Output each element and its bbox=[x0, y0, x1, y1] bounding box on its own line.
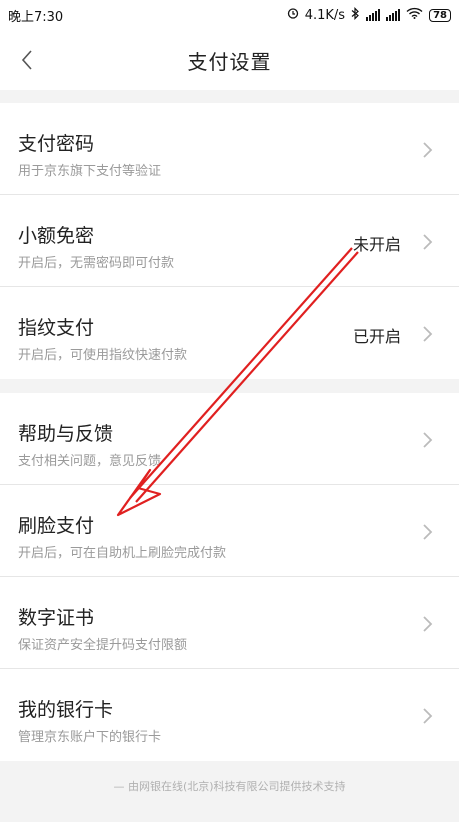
row-title: 刷脸支付 bbox=[18, 515, 95, 537]
row-subtitle: 开启后，可使用指纹快速付款 bbox=[18, 348, 188, 363]
page-title: 支付设置 bbox=[187, 49, 272, 74]
bluetooth-icon bbox=[351, 6, 360, 24]
row-subtitle: 开启后，可在自助机上刷脸完成付款 bbox=[18, 546, 227, 561]
row-payment-password[interactable]: 支付密码 用于京东旗下支付等验证 bbox=[0, 103, 459, 195]
chevron-right-icon bbox=[421, 521, 435, 543]
page-header: 支付设置 bbox=[0, 30, 459, 90]
signal-icon-1 bbox=[366, 9, 381, 21]
chevron-right-icon bbox=[421, 705, 435, 727]
row-title: 支付密码 bbox=[18, 133, 95, 155]
row-subtitle: 保证资产安全提升码支付限额 bbox=[18, 638, 188, 653]
wifi-icon bbox=[406, 7, 423, 23]
row-subtitle: 用于京东旗下支付等验证 bbox=[18, 164, 162, 179]
footer-text: — 由网银在线(北京)科技有限公司提供技术支持 bbox=[113, 780, 346, 793]
status-icons: 4.1K/s 78 bbox=[287, 6, 451, 24]
row-title: 帮助与反馈 bbox=[18, 423, 114, 445]
row-face-payment[interactable]: 刷脸支付 开启后，可在自助机上刷脸完成付款 bbox=[0, 485, 459, 577]
chevron-right-icon bbox=[421, 323, 435, 345]
battery-icon: 78 bbox=[429, 8, 451, 22]
row-status: 未开启 bbox=[352, 235, 401, 254]
row-status: 已开启 bbox=[352, 327, 401, 346]
status-bar: 晚上7:30 4.1K/s 78 bbox=[0, 0, 459, 30]
chevron-right-icon bbox=[421, 613, 435, 635]
row-small-amount-no-password[interactable]: 小额免密 开启后，无需密码即可付款 未开启 bbox=[0, 195, 459, 287]
row-fingerprint-payment[interactable]: 指纹支付 开启后，可使用指纹快速付款 已开启 bbox=[0, 287, 459, 379]
alarm-icon bbox=[287, 7, 299, 23]
settings-group-security: 支付密码 用于京东旗下支付等验证 小额免密 开启后，无需密码即可付款 未开启 指… bbox=[0, 103, 459, 379]
net-speed: 4.1K/s bbox=[304, 7, 346, 23]
row-title: 指纹支付 bbox=[18, 317, 95, 339]
row-title: 我的银行卡 bbox=[18, 699, 114, 721]
status-time: 晚上7:30 bbox=[8, 9, 64, 25]
row-my-bank-cards[interactable]: 我的银行卡 管理京东账户下的银行卡 bbox=[0, 669, 459, 761]
settings-group-other: 帮助与反馈 支付相关问题，意见反馈 刷脸支付 开启后，可在自助机上刷脸完成付款 … bbox=[0, 393, 459, 761]
chevron-right-icon bbox=[421, 231, 435, 253]
tech-support-footer: — 由网银在线(北京)科技有限公司提供技术支持 bbox=[0, 768, 459, 804]
chevron-right-icon bbox=[421, 429, 435, 451]
row-digital-certificate[interactable]: 数字证书 保证资产安全提升码支付限额 bbox=[0, 577, 459, 669]
back-arrow-icon[interactable] bbox=[16, 48, 40, 72]
row-title: 小额免密 bbox=[18, 225, 95, 247]
row-subtitle: 开启后，无需密码即可付款 bbox=[18, 256, 175, 271]
row-subtitle: 支付相关问题，意见反馈 bbox=[18, 454, 162, 469]
chevron-right-icon bbox=[421, 139, 435, 161]
row-subtitle: 管理京东账户下的银行卡 bbox=[18, 730, 162, 745]
row-help-feedback[interactable]: 帮助与反馈 支付相关问题，意见反馈 bbox=[0, 393, 459, 485]
signal-icon-2 bbox=[386, 9, 401, 21]
row-title: 数字证书 bbox=[18, 607, 95, 629]
